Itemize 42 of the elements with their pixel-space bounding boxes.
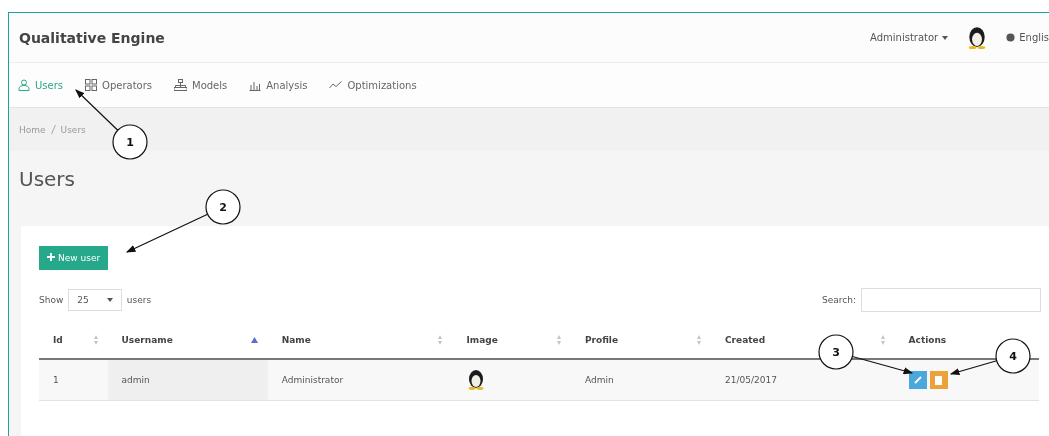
user-menu[interactable]: Administrator: [870, 32, 949, 43]
callout-arrow: [949, 360, 998, 376]
table-cell: Administrator: [267, 359, 453, 401]
sort-icon[interactable]: [880, 335, 885, 345]
nav-tab[interactable]: Models: [174, 79, 228, 91]
nav-tab[interactable]: Operators: [85, 79, 152, 91]
callout-arrow: [851, 355, 914, 375]
search-label: Search:: [822, 295, 856, 305]
table-cell: Admin: [570, 359, 711, 401]
page-size-select[interactable]: 25: [68, 289, 122, 311]
users-label: users: [126, 295, 152, 305]
search-field[interactable]: [861, 288, 1041, 312]
caret-icon: [106, 298, 113, 302]
plus-icon: [47, 253, 55, 261]
nav-tab[interactable]: Optimizations: [329, 79, 417, 91]
callout-marker: 3: [818, 334, 854, 370]
table-cell: 21/05/2017: [711, 359, 895, 401]
callout-marker: 4: [995, 338, 1031, 374]
sitemap-icon: [174, 79, 187, 91]
sort-ascending-icon[interactable]: [250, 337, 258, 343]
callout-marker: 2: [205, 189, 241, 225]
show-label: Show: [39, 295, 64, 305]
app-title: Qualitative Engine: [19, 29, 166, 46]
table-cell: 1: [39, 359, 108, 401]
table-cell: admin: [107, 359, 268, 401]
user-icon: [18, 79, 30, 91]
sort-icon[interactable]: [556, 335, 561, 345]
callout-marker: 1: [112, 124, 148, 160]
breadcrumb-separator: [50, 125, 56, 134]
line-chart-icon: [329, 80, 343, 90]
sort-icon[interactable]: [697, 335, 701, 345]
grid-icon: [85, 79, 97, 91]
page-title: Users: [19, 167, 75, 191]
nav-tab[interactable]: Analysis: [249, 79, 308, 91]
sort-icon[interactable]: [93, 335, 98, 345]
language-menu[interactable]: Englis: [1006, 32, 1049, 43]
edit-button[interactable]: [908, 371, 927, 389]
sort-icon[interactable]: [438, 335, 443, 345]
caret-icon: [942, 35, 949, 40]
pencil-icon: [912, 375, 923, 385]
bar-chart-icon: [249, 79, 262, 91]
breadcrumb-item: Users: [60, 124, 86, 135]
